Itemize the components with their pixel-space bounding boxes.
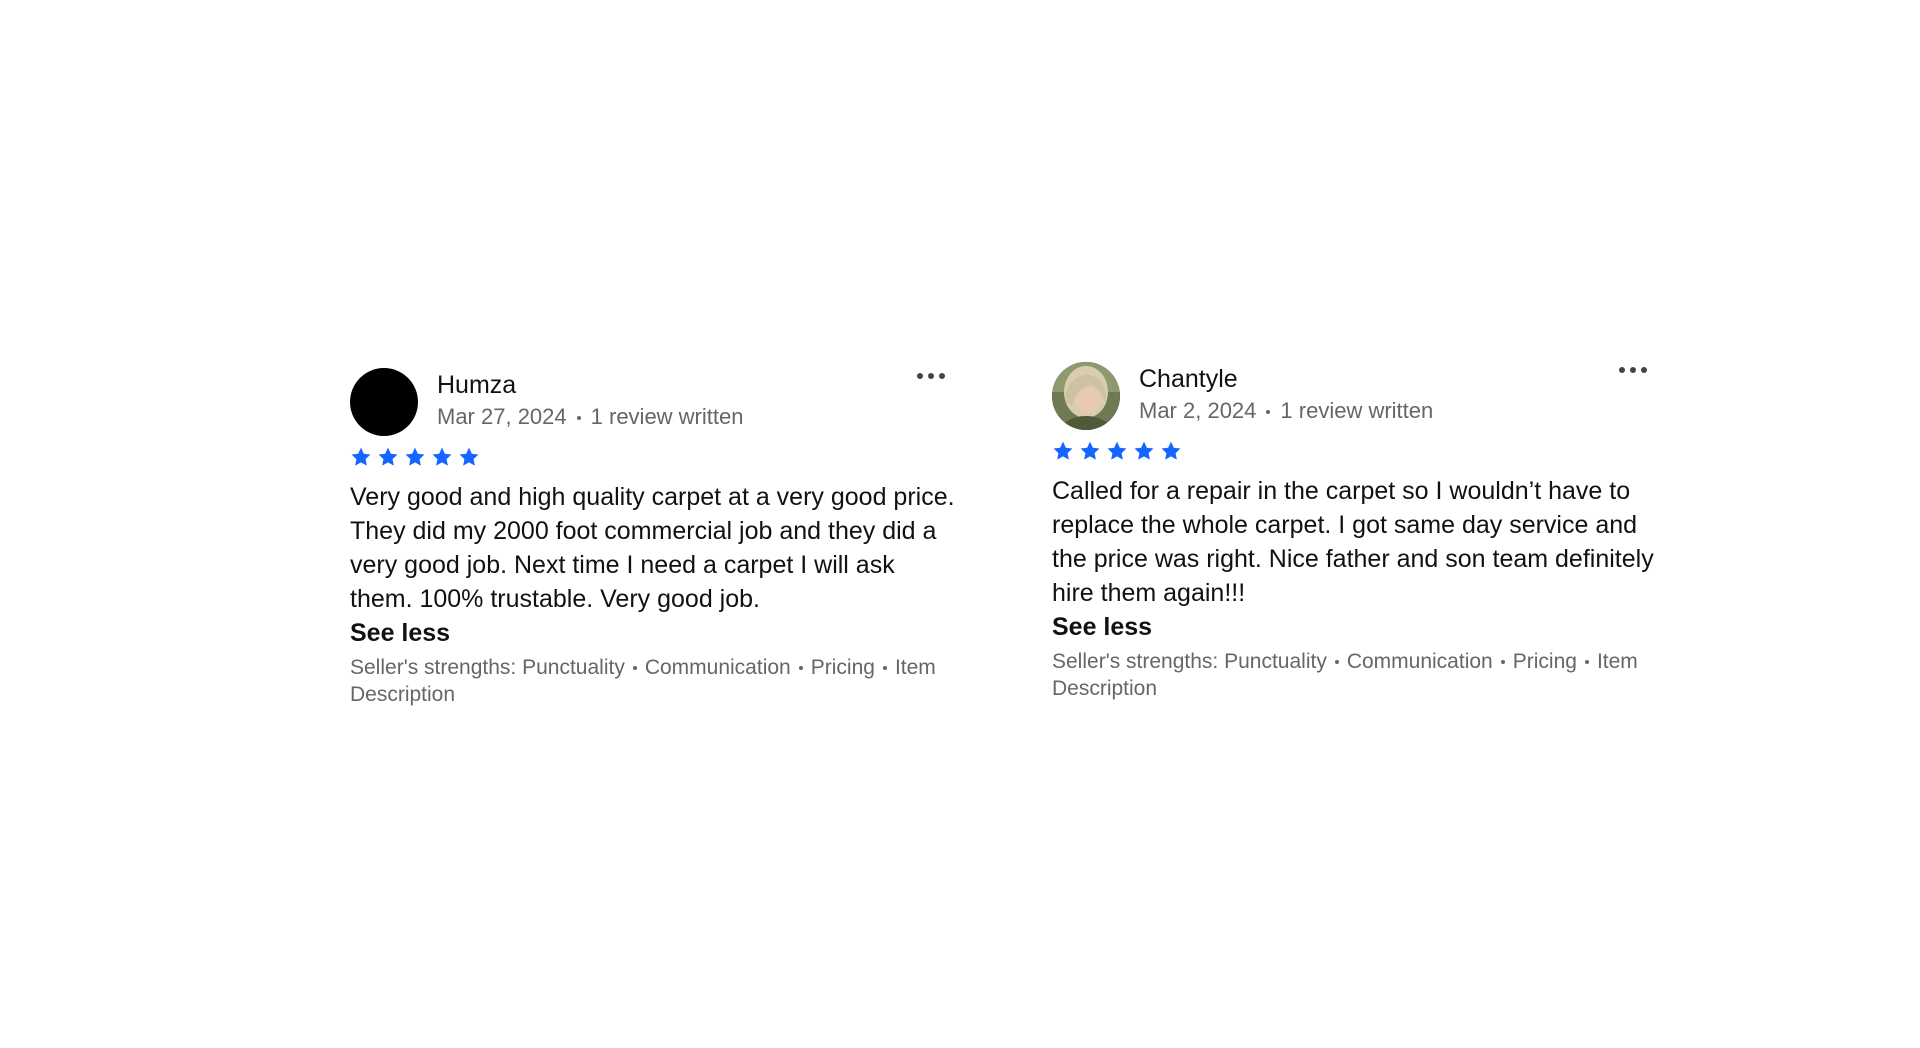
review-meta: Mar 2, 2024 1 review written [1139, 398, 1433, 424]
separator-dot [632, 666, 637, 671]
strength-item: Communication [644, 656, 791, 679]
avatar[interactable] [1052, 362, 1120, 430]
separator-dot [1266, 410, 1271, 415]
star-icon [1052, 440, 1074, 462]
review-card: Humza Mar 27, 2024 1 review written Very … [350, 366, 970, 708]
separator-dot [798, 666, 803, 671]
reviewer-name[interactable]: Chantyle [1139, 364, 1238, 394]
star-icon [1160, 440, 1182, 462]
strength-item: Communication [1346, 650, 1493, 673]
separator-dot [1584, 660, 1589, 665]
review-header: Humza Mar 27, 2024 1 review written [350, 366, 970, 436]
review-header: Chantyle Mar 2, 2024 1 review written [1052, 360, 1672, 430]
strengths-label: Seller's strengths: [1052, 650, 1225, 673]
seller-strengths: Seller's strengths: Punctuality Communica… [1052, 648, 1657, 702]
review-date: Mar 2, 2024 [1139, 398, 1257, 423]
review-meta: Mar 27, 2024 1 review written [437, 404, 743, 430]
reviews-page: Humza Mar 27, 2024 1 review written Very … [0, 0, 1920, 1048]
review-text-block: Very good and high quality carpet at a v… [350, 480, 955, 650]
star-icon [350, 446, 372, 468]
see-less-link[interactable]: See less [1052, 610, 1657, 644]
star-icon [1079, 440, 1101, 462]
strength-item: Punctuality [1224, 650, 1327, 673]
strength-item: Pricing [1512, 650, 1577, 673]
reviews-written-count: 1 review written [1280, 398, 1434, 423]
separator-dot [882, 666, 887, 671]
more-horizontal-icon [917, 373, 945, 379]
separator-dot [1500, 660, 1505, 665]
review-card: Chantyle Mar 2, 2024 1 review written Cal… [1052, 360, 1672, 702]
strength-item: Punctuality [522, 656, 625, 679]
review-text-block: Called for a repair in the carpet so I w… [1052, 474, 1657, 644]
star-icon [377, 446, 399, 468]
separator-dot [1334, 660, 1339, 665]
profile-photo-icon [1052, 362, 1120, 430]
review-text: Called for a repair in the carpet so I w… [1052, 477, 1654, 607]
star-icon [1106, 440, 1128, 462]
seller-strengths: Seller's strengths: Punctuality Communica… [350, 654, 955, 708]
reviewer-name[interactable]: Humza [437, 370, 516, 400]
star-rating [350, 446, 970, 468]
star-icon [404, 446, 426, 468]
strength-item: Pricing [810, 656, 875, 679]
see-less-link[interactable]: See less [350, 616, 955, 650]
strengths-label: Seller's strengths: [350, 656, 523, 679]
review-date: Mar 27, 2024 [437, 404, 567, 429]
star-rating [1052, 440, 1672, 462]
reviews-written-count: 1 review written [590, 404, 744, 429]
avatar[interactable] [350, 368, 418, 436]
star-icon [1133, 440, 1155, 462]
more-options-button[interactable] [914, 366, 948, 386]
more-horizontal-icon [1619, 367, 1647, 373]
review-text: Very good and high quality carpet at a v… [350, 483, 955, 613]
more-options-button[interactable] [1616, 360, 1650, 380]
star-icon [431, 446, 453, 468]
star-icon [458, 446, 480, 468]
separator-dot [576, 416, 581, 421]
